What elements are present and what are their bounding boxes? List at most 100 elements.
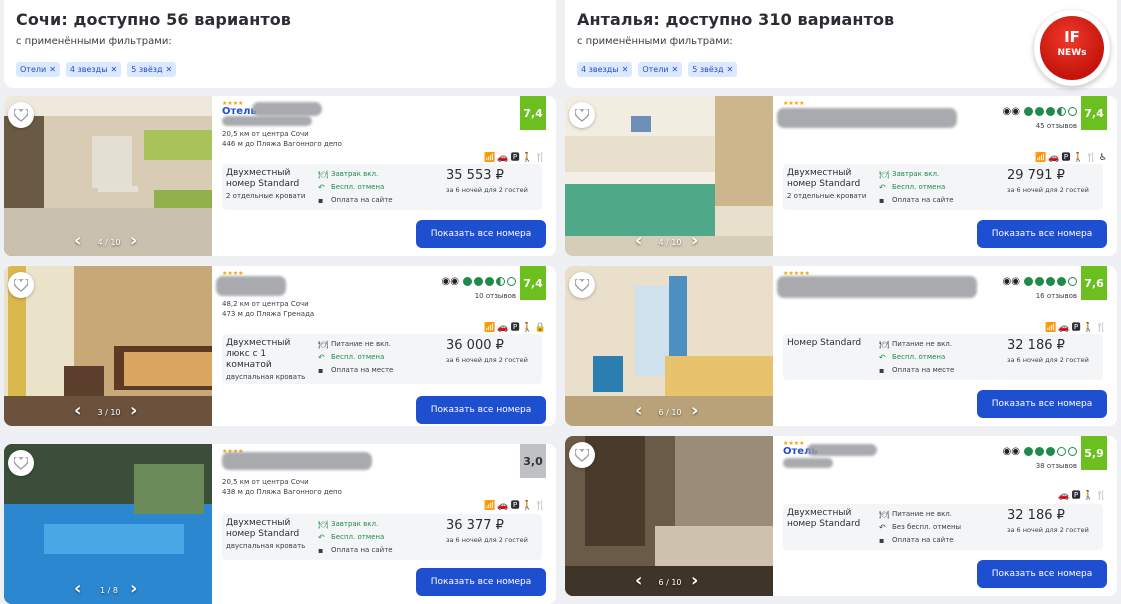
redacted-name	[222, 452, 372, 470]
close-icon[interactable]: ✕	[49, 62, 56, 77]
hotel-photo[interactable]: ‹ 4 / 10 ›	[565, 96, 773, 256]
wallet-icon: ▪	[879, 536, 885, 545]
price-note: за 6 ночей для 2 гостей	[446, 536, 528, 544]
rating-badge: 7,6	[1081, 266, 1107, 300]
hotel-photo[interactable]: ‹ 1 / 8 ›	[4, 444, 212, 604]
chevron-left-icon[interactable]: ‹	[635, 572, 642, 590]
redacted-name	[807, 444, 877, 456]
payment-option: ▪ Оплата на сайте	[318, 196, 393, 205]
undo-icon: ↶	[318, 533, 325, 542]
hotel-photo[interactable]: ‹ 6 / 10 ›	[565, 266, 773, 426]
meal-icon: 🍽	[879, 170, 890, 179]
chevron-left-icon[interactable]: ‹	[74, 402, 81, 420]
meal-icon: 🍽	[879, 510, 890, 519]
tripadvisor-icon: ◉◉	[1002, 276, 1020, 287]
cancel-option: ↶ Беспл. отмена	[318, 533, 385, 542]
distance-center: 20,5 км от центра Сочи	[222, 130, 309, 138]
cancel-option: ↶ Без беспл. отмены	[879, 523, 962, 532]
bed-type: 2 отдельные кровати	[226, 192, 306, 200]
tripadvisor-icon: ◉◉	[1002, 446, 1020, 457]
show-all-rooms-button[interactable]: Показать все номера	[977, 390, 1107, 418]
room-name: Номер Standard	[787, 338, 862, 348]
photo-counter: 6 / 10	[658, 408, 682, 417]
room-name: Двухместный номер Standard	[787, 508, 861, 529]
favorite-icon[interactable]	[569, 272, 595, 298]
favorite-icon[interactable]	[8, 102, 34, 128]
favorite-icon[interactable]	[569, 102, 595, 128]
room-photo	[4, 96, 212, 256]
close-icon[interactable]: ✕	[622, 62, 629, 77]
undo-icon: ↶	[318, 353, 325, 362]
filter-chip-5-stars[interactable]: 5 звёзд ✕	[127, 62, 177, 77]
redacted-name	[777, 276, 977, 298]
meal-icon: 🍽	[318, 520, 329, 529]
chevron-left-icon[interactable]: ‹	[635, 232, 642, 250]
show-all-rooms-button[interactable]: Показать все номера	[416, 396, 546, 424]
price: 32 186 ₽	[1007, 338, 1065, 353]
chevron-right-icon[interactable]: ›	[130, 580, 137, 598]
meal-option: 🍽 Завтрак вкл.	[318, 170, 379, 179]
chevron-right-icon[interactable]: ›	[130, 402, 137, 420]
room-name: Двухместный люкс с 1 комнатой двуспальная…	[226, 338, 314, 383]
meal-icon: 🍽	[318, 170, 329, 179]
price-note: за 6 ночей для 2 гостей	[1007, 356, 1089, 364]
room-name: Двухместный номер Standard 2 отдельные кр…	[226, 168, 314, 202]
room-offer: Двухместный номер Standard 🍽 Питание не в…	[783, 504, 1103, 550]
redacted-name	[216, 276, 286, 296]
cancel-option: ↶ Беспл. отмена	[318, 353, 385, 362]
meal-icon: 🍽	[879, 340, 890, 349]
hotel-photo[interactable]: ‹ 4 / 10 ›	[4, 96, 212, 256]
hotel-card: ‹ 4 / 10 › ★★★★ Отель 20,5 км от центра …	[4, 96, 556, 256]
hotel-info: ★★★★ 20,5 км от центра Сочи 438 м до Пля…	[212, 444, 556, 604]
hotel-card: ‹ 6 / 10 › ★★★★ Отель ◉◉ 38 отзывов 5,9 …	[565, 436, 1117, 596]
hotel-card: ‹ 4 / 10 › ★★★★ ◉◉ 45 отзывов 7,4 📶🚗🅿🚶🍴♿…	[565, 96, 1117, 256]
chevron-left-icon[interactable]: ‹	[74, 580, 81, 598]
photo-counter: 6 / 10	[658, 578, 682, 587]
close-icon[interactable]: ✕	[111, 62, 118, 77]
rating-badge: 7,4	[520, 96, 546, 130]
filter-chips: Отели ✕ 4 звезды ✕ 5 звёзд ✕	[16, 62, 177, 77]
reviews-count[interactable]: 38 отзывов	[1036, 462, 1077, 470]
chevron-left-icon[interactable]: ‹	[635, 402, 642, 420]
room-name: Двухместный номер Standard двуспальная кр…	[226, 518, 314, 552]
filter-chip-hotels[interactable]: Отели ✕	[16, 62, 60, 77]
chevron-right-icon[interactable]: ›	[691, 572, 698, 590]
distance-beach: 446 м до Пляжа Вагонного депо	[222, 140, 342, 148]
filter-chip-hotels[interactable]: Отели ✕	[638, 62, 683, 77]
close-icon[interactable]: ✕	[727, 62, 734, 77]
chevron-right-icon[interactable]: ›	[130, 232, 137, 250]
reviews-count[interactable]: 45 отзывов	[1036, 122, 1077, 130]
favorite-icon[interactable]	[569, 442, 595, 468]
chevron-right-icon[interactable]: ›	[691, 232, 698, 250]
filter-chip-4-stars[interactable]: 4 звезды ✕	[65, 62, 122, 77]
chevron-left-icon[interactable]: ‹	[74, 232, 81, 250]
price-note: за 6 ночей для 2 гостей	[446, 356, 528, 364]
close-icon[interactable]: ✕	[672, 62, 679, 77]
hotel-info: ★★★★ Отель 20,5 км от центра Сочи 446 м …	[212, 96, 556, 256]
hotel-photo[interactable]: ‹ 3 / 10 ›	[4, 266, 212, 426]
filter-chip-5-stars[interactable]: 5 звёзд ✕	[688, 62, 738, 77]
hotel-card: ‹ 1 / 8 › ★★★★ 20,5 км от центра Сочи 43…	[4, 444, 556, 604]
reviews-count[interactable]: 10 отзывов	[475, 292, 516, 300]
redacted-name	[252, 102, 322, 116]
wallet-icon: ▪	[318, 196, 324, 205]
show-all-rooms-button[interactable]: Показать все номера	[977, 220, 1107, 248]
hotel-info: ★★★★★ ◉◉ 16 отзывов 7,6 📶🚗🅿🚶🍴 Номер Stan…	[773, 266, 1117, 426]
bed-type: двуспальная кровать	[226, 542, 306, 550]
close-icon[interactable]: ✕	[166, 62, 173, 77]
room-offer: Номер Standard 🍽 Питание не вкл. ↶ Беспл. …	[783, 334, 1103, 380]
reviews-count[interactable]: 16 отзывов	[1036, 292, 1077, 300]
hotel-photo[interactable]: ‹ 6 / 10 ›	[565, 436, 773, 596]
favorite-icon[interactable]	[8, 450, 34, 476]
hotel-card: ‹ 3 / 10 › ★★★★ 48,2 км от центра Сочи 4…	[4, 266, 556, 426]
chevron-right-icon[interactable]: ›	[691, 402, 698, 420]
filter-chip-4-stars[interactable]: 4 звезды ✕	[577, 62, 633, 77]
show-all-rooms-button[interactable]: Показать все номера	[416, 220, 546, 248]
room-offer: Двухместный номер Standard 2 отдельные кр…	[783, 164, 1103, 210]
show-all-rooms-button[interactable]: Показать все номера	[977, 560, 1107, 588]
show-all-rooms-button[interactable]: Показать все номера	[416, 568, 546, 596]
price-note: за 6 ночей для 2 гостей	[446, 186, 528, 194]
favorite-icon[interactable]	[8, 272, 34, 298]
payment-option: ▪ Оплата на сайте	[879, 196, 954, 205]
hotel-info: ★★★★ Отель ◉◉ 38 отзывов 5,9 🚗🅿🚶🍴 Двухме…	[773, 436, 1117, 596]
